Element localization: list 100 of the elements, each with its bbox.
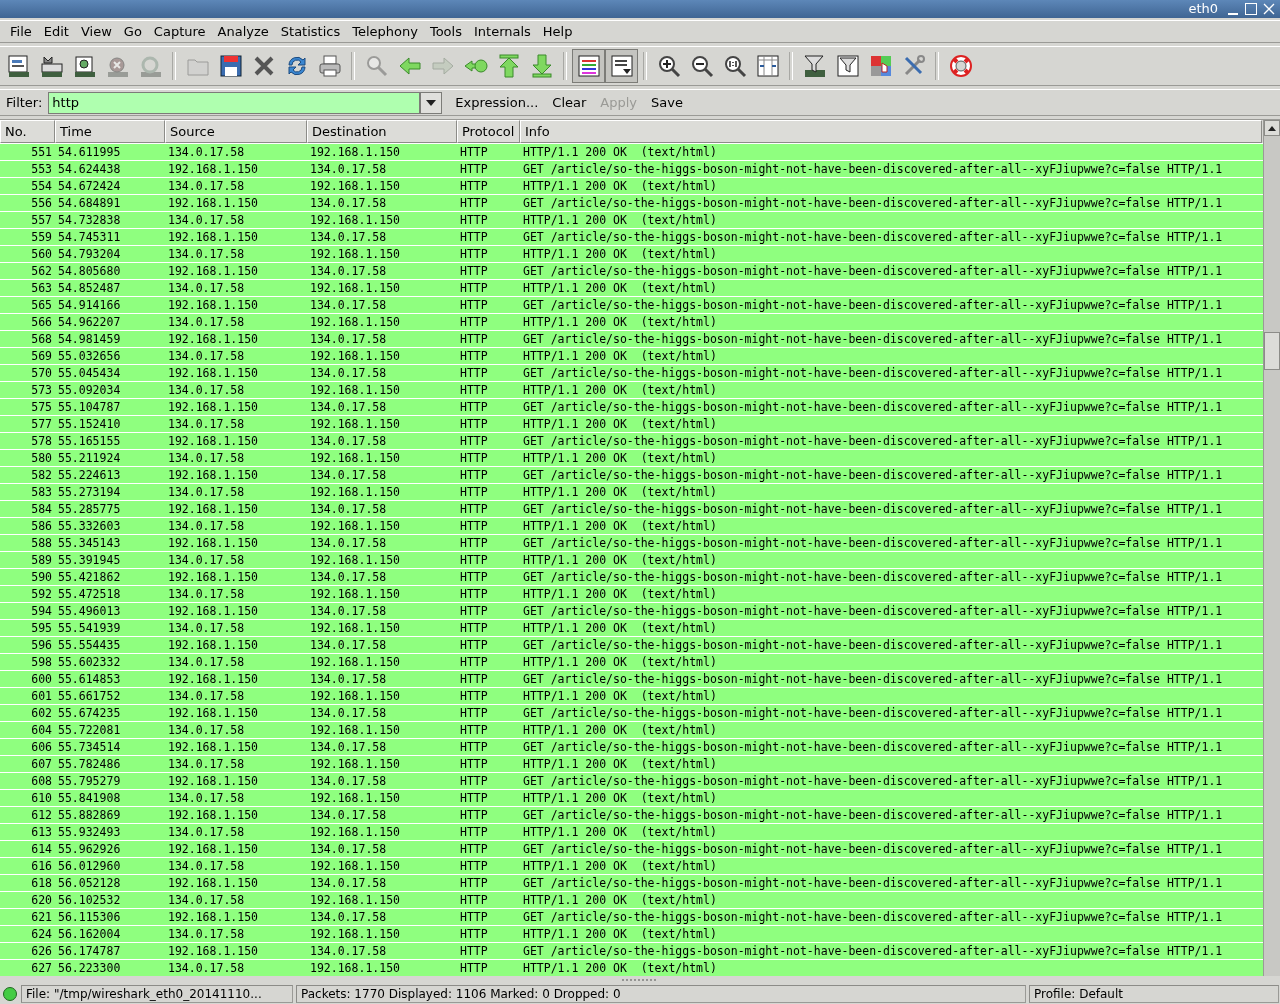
dropdown-button[interactable] [420,91,443,114]
table-cell-text: 192.168.1.150 [167,161,259,178]
packet-row[interactable]: 595 55.541939 134.0.17.58 192.168.1.150 HTTP HTTP/1.1 200 OK (text/html) [0,619,1263,637]
profile-status[interactable]: Profile: Default [1029,985,1279,1004]
menu-item[interactable]: Internals [467,22,537,42]
table-cell-text: 192.168.1.150 [167,535,259,552]
filter-button[interactable]: Clear [547,93,592,113]
table-cell-text: 621 [30,909,53,926]
filter-button[interactable]: Save [646,93,688,113]
column-header[interactable]: Source [165,120,307,144]
packet-row[interactable]: 569 55.032656 134.0.17.58 192.168.1.150 HTTP HTTP/1.1 200 OK (text/html) [0,347,1263,365]
table-cell-text: 55.045434 [57,365,122,382]
packet-row[interactable]: 620 56.102532 134.0.17.58 192.168.1.150 HTTP HTTP/1.1 200 OK (text/html) [0,891,1263,909]
packet-row[interactable]: 602 55.674235 192.168.1.150 134.0.17.58 HTTP GET /article/so-the-higgs-boson-might-not-have-been-discovered-after-all--xyFJiupwwe?c=false HTTP/1.1 [0,704,1263,722]
table-cell-text: 56.174787 [57,943,122,960]
packet-row[interactable]: 607 55.782486 134.0.17.58 192.168.1.150 HTTP HTTP/1.1 200 OK (text/html) [0,755,1263,773]
table-cell-text: 134.0.17.58 [167,484,246,501]
menu-item[interactable]: Capture [147,22,212,42]
packet-row[interactable]: 624 56.162004 134.0.17.58 192.168.1.150 HTTP HTTP/1.1 200 OK (text/html) [0,925,1263,943]
packet-row[interactable]: 608 55.795279 192.168.1.150 134.0.17.58 HTTP GET /article/so-the-higgs-boson-might-not-have-been-discovered-after-all--xyFJiupwwe?c=false HTTP/1.1 [0,772,1263,790]
menu-item[interactable]: Help [536,22,579,42]
column-header[interactable]: Protocol [457,120,520,144]
menu-item[interactable]: Tools [423,22,468,42]
packet-row[interactable]: 580 55.211924 134.0.17.58 192.168.1.150 HTTP HTTP/1.1 200 OK (text/html) [0,449,1263,467]
packet-row[interactable]: 573 55.092034 134.0.17.58 192.168.1.150 HTTP HTTP/1.1 200 OK (text/html) [0,381,1263,399]
packet-row[interactable]: 610 55.841908 134.0.17.58 192.168.1.150 HTTP HTTP/1.1 200 OK (text/html) [0,789,1263,807]
packet-row[interactable]: 551 54.611995 134.0.17.58 192.168.1.150 HTTP HTTP/1.1 200 OK (text/html) [0,143,1263,161]
packet-row[interactable]: 590 55.421862 192.168.1.150 134.0.17.58 HTTP GET /article/so-the-higgs-boson-might-not-have-been-discovered-after-all--xyFJiupwwe?c=false HTTP/1.1 [0,568,1263,586]
packet-row[interactable]: 557 54.732838 134.0.17.58 192.168.1.150 HTTP HTTP/1.1 200 OK (text/html) [0,211,1263,229]
packet-row[interactable]: 562 54.805680 192.168.1.150 134.0.17.58 HTTP GET /article/so-the-higgs-boson-might-not-have-been-discovered-after-all--xyFJiupwwe?c=false HTTP/1.1 [0,262,1263,280]
column-header[interactable]: Time [55,120,165,144]
packet-row[interactable]: 554 54.672424 134.0.17.58 192.168.1.150 HTTP HTTP/1.1 200 OK (text/html) [0,177,1263,195]
maximize-icon[interactable] [1244,1,1258,16]
packet-row[interactable]: 563 54.852487 134.0.17.58 192.168.1.150 HTTP HTTP/1.1 200 OK (text/html) [0,279,1263,297]
packet-row[interactable]: 559 54.745311 192.168.1.150 134.0.17.58 HTTP GET /article/so-the-higgs-boson-might-not-have-been-discovered-after-all--xyFJiupwwe?c=false HTTP/1.1 [0,228,1263,246]
packet-row[interactable]: 626 56.174787 192.168.1.150 134.0.17.58 HTTP GET /article/so-the-higgs-boson-might-not-have-been-discovered-after-all--xyFJiupwwe?c=false HTTP/1.1 [0,942,1263,960]
packet-row[interactable]: 598 55.602332 134.0.17.58 192.168.1.150 HTTP HTTP/1.1 200 OK (text/html) [0,653,1263,671]
table-cell-text: HTTP/1.1 200 OK (text/html) [522,314,718,331]
packet-row[interactable]: 578 55.165155 192.168.1.150 134.0.17.58 HTTP GET /article/so-the-higgs-boson-might-not-have-been-discovered-after-all--xyFJiupwwe?c=false HTTP/1.1 [0,432,1263,450]
packet-row[interactable]: 621 56.115306 192.168.1.150 134.0.17.58 HTTP GET /article/so-the-higgs-boson-might-not-have-been-discovered-after-all--xyFJiupwwe?c=false HTTP/1.1 [0,908,1263,926]
packet-row[interactable]: 588 55.345143 192.168.1.150 134.0.17.58 HTTP GET /article/so-the-higgs-boson-might-not-have-been-discovered-after-all--xyFJiupwwe?c=false HTTP/1.1 [0,534,1263,552]
menu-item[interactable]: Edit [37,22,75,42]
packet-row[interactable]: 553 54.624438 192.168.1.150 134.0.17.58 HTTP GET /article/so-the-higgs-boson-might-not-have-been-discovered-after-all--xyFJiupwwe?c=false HTTP/1.1 [0,160,1263,178]
scroll-up-button[interactable] [1264,120,1280,137]
splitter-handle-icon[interactable] [622,978,658,983]
packet-row[interactable]: 577 55.152410 134.0.17.58 192.168.1.150 HTTP HTTP/1.1 200 OK (text/html) [0,415,1263,433]
packet-row[interactable]: 600 55.614853 192.168.1.150 134.0.17.58 HTTP GET /article/so-the-higgs-boson-might-not-have-been-discovered-after-all--xyFJiupwwe?c=false HTTP/1.1 [0,670,1263,688]
table-cell-text: GET /article/so-the-higgs-boson-might-not-have-been-discovered-after-all--xyFJiupwwe?c=false HTTP/1.1 [522,569,1224,586]
table-cell-text: 55.496013 [57,603,122,620]
table-cell-text: 134.0.17.58 [309,535,388,552]
table-cell-text: HTTP [459,807,489,824]
filter-button[interactable]: Expression... [450,93,544,113]
packet-row[interactable]: 575 55.104787 192.168.1.150 134.0.17.58 HTTP GET /article/so-the-higgs-boson-might-not-have-been-discovered-after-all--xyFJiupwwe?c=false HTTP/1.1 [0,398,1263,416]
packet-row[interactable]: 565 54.914166 192.168.1.150 134.0.17.58 HTTP GET /article/so-the-higgs-boson-might-not-have-been-discovered-after-all--xyFJiupwwe?c=false HTTP/1.1 [0,296,1263,314]
packet-row[interactable]: 627 56.223300 134.0.17.58 192.168.1.150 HTTP HTTP/1.1 200 OK (text/html) [0,959,1263,977]
packet-row[interactable]: 618 56.052128 192.168.1.150 134.0.17.58 HTTP GET /article/so-the-higgs-boson-might-not-have-been-discovered-after-all--xyFJiupwwe?c=false HTTP/1.1 [0,874,1263,892]
packet-row[interactable]: 568 54.981459 192.168.1.150 134.0.17.58 HTTP GET /article/so-the-higgs-boson-might-not-have-been-discovered-after-all--xyFJiupwwe?c=false HTTP/1.1 [0,330,1263,348]
packet-row[interactable]: 606 55.734514 192.168.1.150 134.0.17.58 HTTP GET /article/so-the-higgs-boson-might-not-have-been-discovered-after-all--xyFJiupwwe?c=false HTTP/1.1 [0,738,1263,756]
packet-row[interactable]: 566 54.962207 134.0.17.58 192.168.1.150 HTTP HTTP/1.1 200 OK (text/html) [0,313,1263,331]
table-cell-text: 134.0.17.58 [309,297,388,314]
table-cell-text: HTTP/1.1 200 OK (text/html) [522,790,718,807]
packet-row[interactable]: 582 55.224613 192.168.1.150 134.0.17.58 HTTP GET /article/so-the-higgs-boson-might-not-have-been-discovered-after-all--xyFJiupwwe?c=false HTTP/1.1 [0,466,1263,484]
table-cell-text: HTTP/1.1 200 OK (text/html) [522,484,718,501]
table-cell-text: 134.0.17.58 [167,620,246,637]
scroll-thumb[interactable] [1264,332,1280,371]
packet-row[interactable]: 616 56.012960 134.0.17.58 192.168.1.150 HTTP HTTP/1.1 200 OK (text/html) [0,857,1263,875]
table-cell-text: 55.614853 [57,671,122,688]
column-header[interactable]: Info [520,120,1262,144]
packet-row[interactable]: 612 55.882869 192.168.1.150 134.0.17.58 HTTP GET /article/so-the-higgs-boson-might-not-have-been-discovered-after-all--xyFJiupwwe?c=false HTTP/1.1 [0,806,1263,824]
scrollbar[interactable] [1263,120,1280,977]
menu-item[interactable]: Go [117,22,148,42]
filter-field[interactable]: http [48,91,421,114]
packet-row[interactable]: 601 55.661752 134.0.17.58 192.168.1.150 HTTP HTTP/1.1 200 OK (text/html) [0,687,1263,705]
packet-row[interactable]: 556 54.684891 192.168.1.150 134.0.17.58 HTTP GET /article/so-the-higgs-boson-might-not-have-been-discovered-after-all--xyFJiupwwe?c=false HTTP/1.1 [0,194,1263,212]
menu-item[interactable]: Analyze [211,22,275,42]
packet-row[interactable]: 584 55.285775 192.168.1.150 134.0.17.58 HTTP GET /article/so-the-higgs-boson-might-not-have-been-discovered-after-all--xyFJiupwwe?c=false HTTP/1.1 [0,500,1263,518]
toolbar-button[interactable] [605,49,638,84]
packet-row[interactable]: 583 55.273194 134.0.17.58 192.168.1.150 HTTP HTTP/1.1 200 OK (text/html) [0,483,1263,501]
column-header[interactable]: No. [0,120,55,144]
packet-row[interactable]: 596 55.554435 192.168.1.150 134.0.17.58 HTTP GET /article/so-the-higgs-boson-might-not-have-been-discovered-after-all--xyFJiupwwe?c=false HTTP/1.1 [0,636,1263,654]
toolbar-button[interactable] [572,49,605,84]
menu-item[interactable]: Statistics [274,22,347,42]
filter-card-icon [801,53,828,80]
menu-item[interactable]: View [74,22,118,42]
packet-row[interactable]: 560 54.793204 134.0.17.58 192.168.1.150 HTTP HTTP/1.1 200 OK (text/html) [0,245,1263,263]
table-cell-text: 192.168.1.150 [167,841,259,858]
menu-item[interactable]: Telephony [346,22,424,42]
menu-item[interactable]: File [4,22,38,42]
packet-row[interactable]: 592 55.472518 134.0.17.58 192.168.1.150 HTTP HTTP/1.1 200 OK (text/html) [0,585,1263,603]
table-cell-text: HTTP [459,773,489,790]
close-icon[interactable] [1262,1,1276,16]
packet-row[interactable]: 613 55.932493 134.0.17.58 192.168.1.150 HTTP HTTP/1.1 200 OK (text/html) [0,823,1263,841]
packet-row[interactable]: 586 55.332603 134.0.17.58 192.168.1.150 HTTP HTTP/1.1 200 OK (text/html) [0,517,1263,535]
column-header[interactable]: Destination [307,120,457,144]
packet-row[interactable]: 604 55.722081 134.0.17.58 192.168.1.150 HTTP HTTP/1.1 200 OK (text/html) [0,721,1263,739]
table-cell-text: HTTP [459,824,489,841]
packet-row[interactable]: 570 55.045434 192.168.1.150 134.0.17.58 HTTP GET /article/so-the-higgs-boson-might-not-have-been-discovered-after-all--xyFJiupwwe?c=false HTTP/1.1 [0,364,1263,382]
packet-row[interactable]: 614 55.962926 192.168.1.150 134.0.17.58 HTTP GET /article/so-the-higgs-boson-might-not-have-been-discovered-after-all--xyFJiupwwe?c=false HTTP/1.1 [0,840,1263,858]
packet-row[interactable]: 589 55.391945 134.0.17.58 192.168.1.150 HTTP HTTP/1.1 200 OK (text/html) [0,551,1263,569]
packet-row[interactable]: 594 55.496013 192.168.1.150 134.0.17.58 HTTP GET /article/so-the-higgs-boson-might-not-have-been-discovered-after-all--xyFJiupwwe?c=false HTTP/1.1 [0,602,1263,620]
